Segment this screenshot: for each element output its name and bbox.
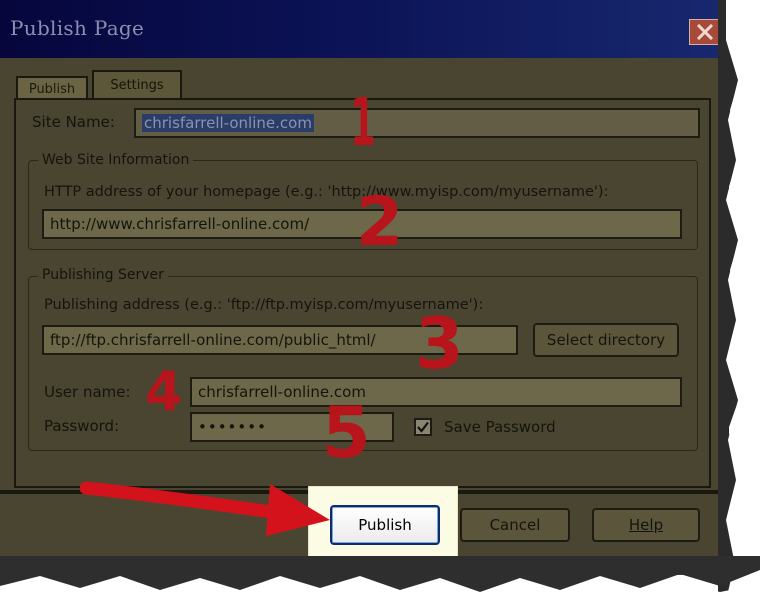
annotation-3: 3 — [415, 303, 464, 385]
publishing-server-title: Publishing Server — [38, 267, 168, 283]
web-site-info-title: Web Site Information — [38, 152, 194, 168]
publish-button[interactable]: Publish — [330, 505, 440, 545]
site-name-value: chrisfarrell-online.com — [142, 114, 314, 132]
http-address-label: HTTP address of your homepage (e.g.: 'ht… — [44, 184, 609, 200]
site-name-input[interactable]: chrisfarrell-online.com — [134, 108, 700, 138]
site-name-label: Site Name: — [32, 113, 115, 131]
tab-settings[interactable]: Settings — [92, 70, 182, 100]
window-title: Publish Page — [10, 16, 145, 40]
username-label: User name: — [44, 383, 131, 401]
help-button[interactable]: Help — [592, 508, 700, 542]
tab-publish[interactable]: Publish — [16, 76, 88, 100]
password-label: Password: — [44, 417, 120, 435]
cancel-button[interactable]: Cancel — [460, 508, 570, 542]
annotation-4: 4 — [145, 360, 183, 423]
torn-edge-bottom — [0, 580, 771, 613]
close-button[interactable] — [689, 19, 719, 45]
red-arrow — [80, 481, 330, 536]
torn-edge-right — [726, 0, 771, 613]
annotation-2: 2 — [356, 183, 404, 262]
help-label: Help — [628, 516, 664, 534]
checkmark-icon — [417, 421, 429, 433]
save-password-label: Save Password — [444, 418, 556, 436]
close-icon — [696, 24, 714, 40]
annotation-5: 5 — [322, 392, 371, 474]
select-directory-button[interactable]: Select directory — [533, 323, 679, 357]
annotation-1: 1 — [350, 84, 376, 161]
save-password-checkbox[interactable] — [414, 418, 432, 436]
title-bar: Publish Page — [0, 0, 727, 58]
